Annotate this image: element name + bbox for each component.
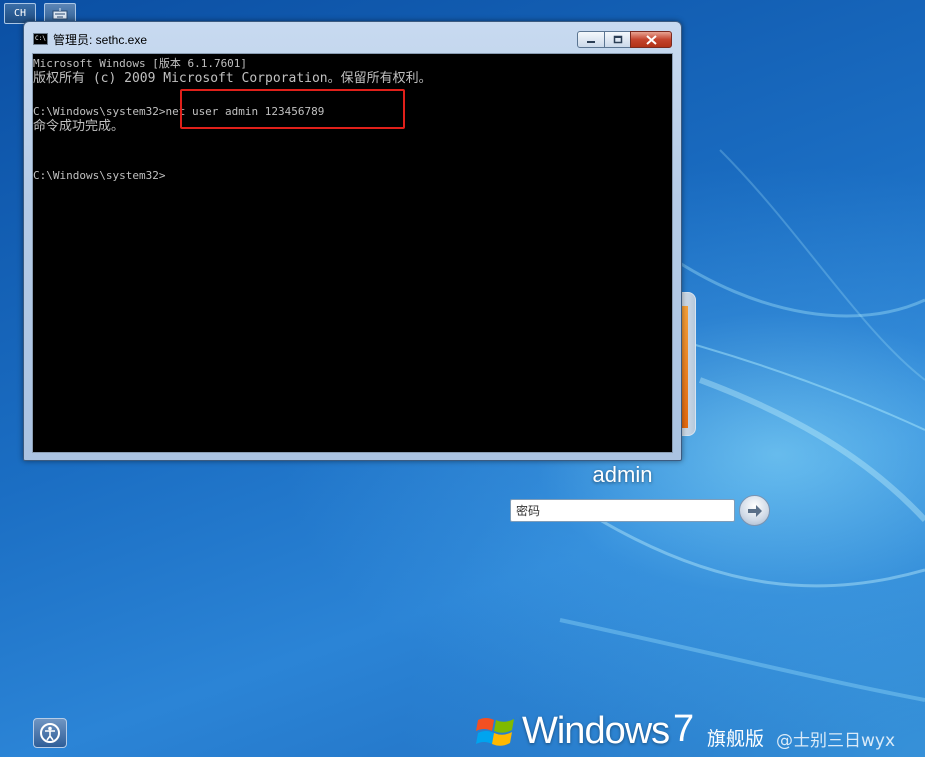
minimize-icon: [587, 40, 595, 43]
window-title: 管理员: sethc.exe: [53, 33, 148, 47]
brand-name: Windows: [522, 710, 670, 752]
console-line: 版权所有 (c) 2009 Microsoft Corporation。保留所有…: [33, 71, 432, 86]
password-field[interactable]: [510, 499, 735, 522]
maximize-icon: [613, 35, 622, 44]
cmd-window: C:\ 管理员: sethc.exe Microsoft Windows [版本…: [23, 21, 682, 461]
login-submit-button[interactable]: [739, 495, 770, 526]
title-bar[interactable]: C:\ 管理员: sethc.exe: [24, 22, 681, 54]
command-highlight-box: [180, 89, 405, 129]
arrow-right-icon: [747, 504, 762, 517]
console-line: 命令成功完成。: [33, 119, 125, 134]
console-line: Microsoft Windows [版本 6.1.7601]: [33, 57, 248, 70]
console-line: C:\Windows\system32>: [33, 169, 166, 182]
ease-of-access-icon: [40, 723, 60, 743]
cmd-icon: C:\: [33, 33, 48, 45]
brand-version: 7: [673, 708, 695, 750]
ease-of-access-button[interactable]: [33, 718, 67, 748]
keyboard-icon: [52, 7, 68, 19]
windows-logo-icon: [476, 718, 514, 746]
minimize-button[interactable]: [577, 31, 605, 48]
brand-edition: 旗舰版: [707, 728, 765, 750]
username-label: admin: [592, 462, 653, 487]
close-icon: [645, 34, 657, 45]
maximize-button[interactable]: [604, 31, 631, 48]
windows-branding: Windows 7 旗舰版 @士别三日wyx: [476, 708, 916, 754]
language-label: CH: [13, 8, 27, 19]
close-button[interactable]: [630, 31, 672, 48]
watermark: @士别三日wyx: [776, 731, 896, 751]
